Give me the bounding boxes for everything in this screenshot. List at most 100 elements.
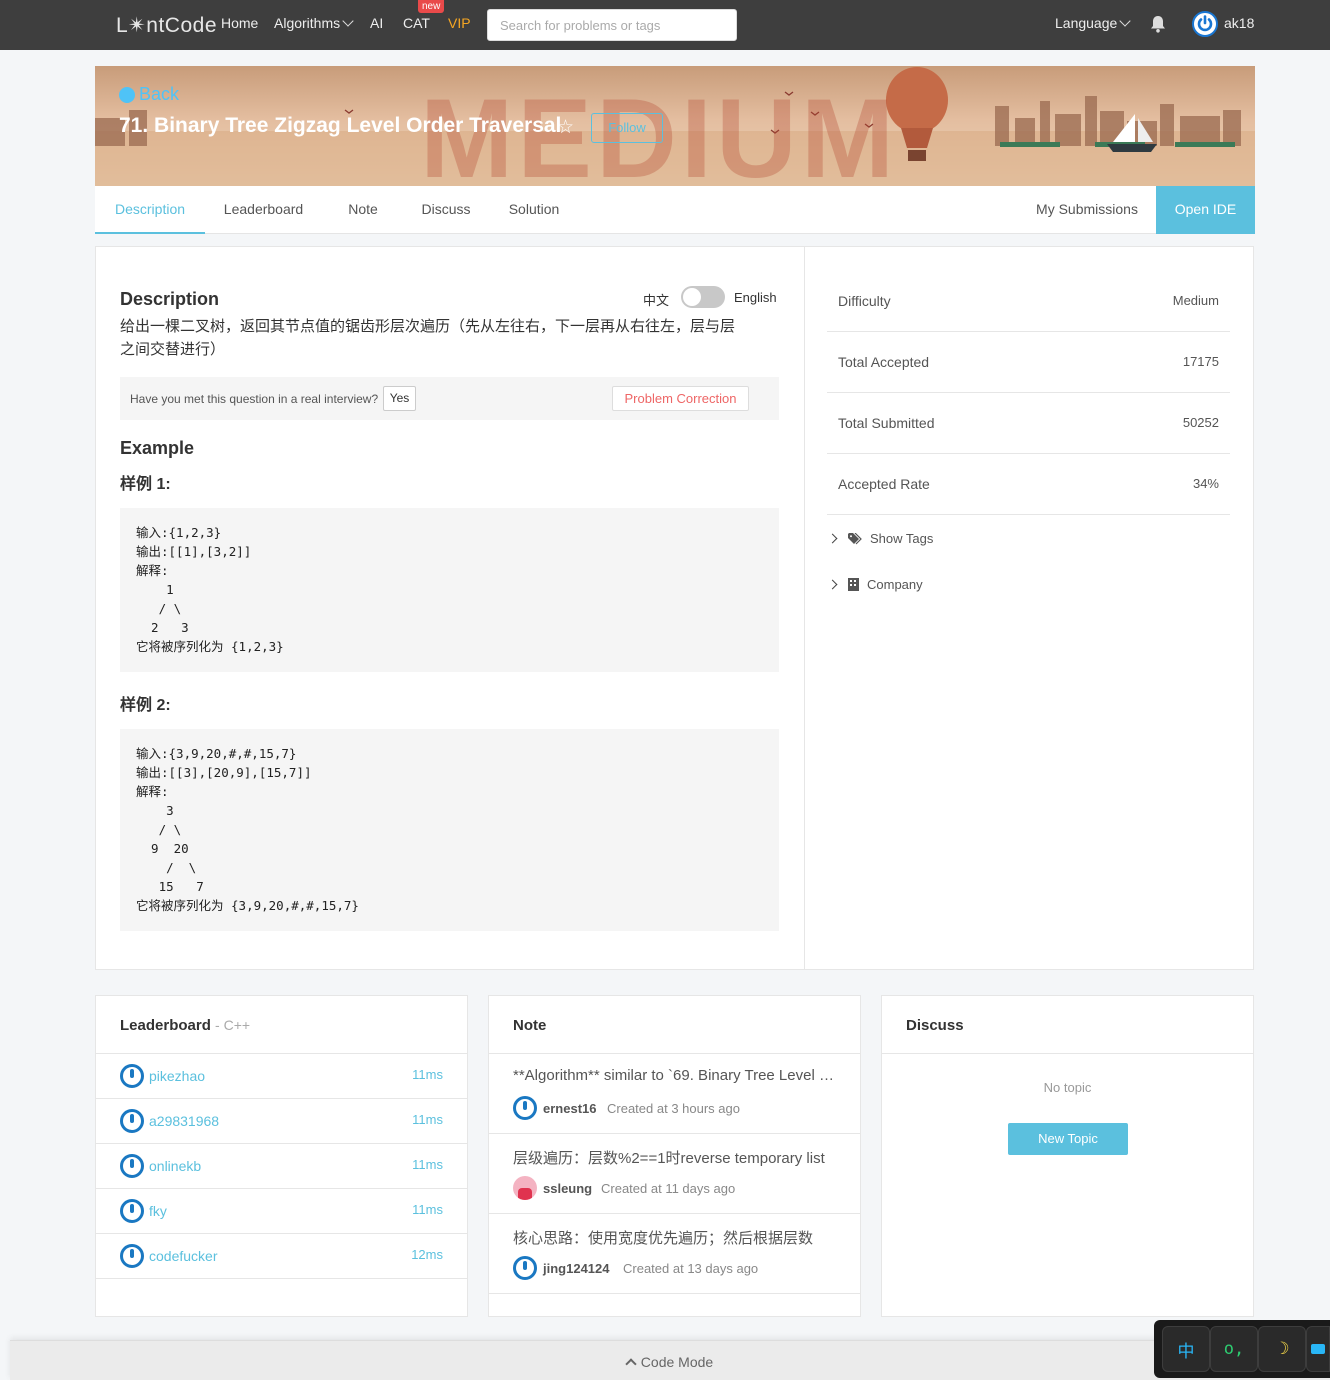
note-title[interactable]: **Algorithm** similar to `69. Binary Tre… — [513, 1067, 843, 1084]
leaderboard-user[interactable]: codefucker — [149, 1248, 217, 1264]
leaderboard-user[interactable]: fky — [149, 1203, 167, 1219]
code-mode-bar[interactable]: Code Mode — [10, 1340, 1330, 1380]
nav-algorithms[interactable]: Algorithms — [274, 15, 354, 31]
back-arrow-icon — [119, 86, 135, 103]
top-navbar: L✴ntCode Home Algorithms AI CAT new VIP … — [0, 0, 1330, 50]
stat-label: Total Accepted — [838, 354, 930, 370]
follow-button[interactable]: Follow — [591, 113, 663, 143]
leaderboard-row[interactable]: pikezhao 11ms — [96, 1054, 467, 1099]
description-text: 给出一棵二叉树，返回其节点值的锯齿形层次遍历（先从左往右，下一层再从右往左，层与… — [120, 318, 736, 358]
ime-punctuation-key[interactable]: o, — [1210, 1326, 1258, 1372]
leaderboard-time: 11ms — [412, 1202, 443, 1217]
shirt-icon — [1311, 1344, 1325, 1354]
stat-label: Difficulty — [838, 293, 891, 309]
note-author[interactable]: ernest16 — [543, 1101, 596, 1116]
description-panel: Description 中文 English 给出一棵二叉树，返回其节点值的锯齿… — [95, 246, 1254, 970]
problem-banner: MEDIUM Back 71. Binary Tree Zigzag Level… — [95, 66, 1255, 186]
new-topic-button[interactable]: New Topic — [1008, 1123, 1128, 1155]
power-icon — [120, 1244, 144, 1268]
example-2-label: 样例 2: — [120, 697, 171, 714]
chevron-down-icon — [1119, 15, 1131, 27]
stat-value: 50252 — [1182, 415, 1219, 430]
nav-home[interactable]: Home — [221, 15, 258, 31]
stat-accepted-rate: Accepted Rate 34% — [827, 454, 1230, 515]
language-toggle[interactable] — [681, 286, 725, 308]
tab-description[interactable]: Description — [95, 186, 205, 234]
power-icon — [120, 1154, 144, 1178]
leaderboard-time: 11ms — [412, 1067, 443, 1082]
leaderboard-time: 11ms — [412, 1112, 443, 1127]
problem-title: 71. Binary Tree Zigzag Level Order Trave… — [119, 114, 562, 137]
ime-skin-key[interactable] — [1306, 1326, 1330, 1372]
leaderboard-user[interactable]: pikezhao — [149, 1068, 205, 1084]
open-ide-button[interactable]: Open IDE — [1156, 186, 1255, 234]
ime-moon-key[interactable]: ☽ — [1258, 1326, 1306, 1372]
note-item[interactable]: **Algorithm** similar to `69. Binary Tre… — [489, 1054, 860, 1134]
panel-divider — [804, 247, 805, 969]
leaderboard-row[interactable]: fky 11ms — [96, 1189, 467, 1234]
tab-leaderboard[interactable]: Leaderboard — [215, 186, 312, 234]
chevron-down-icon — [342, 15, 354, 27]
leaderboard-row[interactable]: a29831968 11ms — [96, 1099, 467, 1144]
yes-button[interactable]: Yes — [383, 386, 416, 411]
note-author[interactable]: ssleung — [543, 1181, 592, 1196]
ime-toolbar: 中 o, ☽ — [1154, 1320, 1330, 1378]
note-title[interactable]: 层级遍历：层数%2==1时reverse temporary list — [513, 1147, 843, 1168]
power-icon — [120, 1109, 144, 1133]
back-link[interactable]: Back — [119, 84, 179, 105]
user-avatar[interactable] — [1192, 11, 1218, 37]
show-tags-toggle[interactable]: Show Tags — [827, 531, 934, 546]
nav-ai[interactable]: AI — [370, 15, 383, 31]
note-author[interactable]: jing124124 — [543, 1261, 610, 1276]
note-title[interactable]: 核心思路：使用宽度优先遍历；然后根据层数 — [513, 1227, 843, 1248]
example-heading: Example — [120, 438, 195, 458]
power-icon — [120, 1064, 144, 1088]
note-item[interactable]: 层级遍历：层数%2==1时reverse temporary list ssle… — [489, 1134, 860, 1214]
bell-icon[interactable] — [1150, 15, 1166, 33]
stat-total-submitted: Total Submitted 50252 — [827, 393, 1230, 454]
nav-cat[interactable]: CAT — [403, 15, 430, 31]
leaderboard-header: Leaderboard - C++ — [96, 996, 467, 1054]
note-item[interactable]: 核心思路：使用宽度优先遍历；然后根据层数 jing124124 Created … — [489, 1214, 860, 1294]
power-icon — [1197, 15, 1213, 32]
tab-discuss[interactable]: Discuss — [411, 186, 481, 234]
problem-tabs: Description Leaderboard Note Discuss Sol… — [95, 186, 1255, 234]
nav-vip[interactable]: VIP — [448, 15, 471, 31]
search-input[interactable] — [487, 9, 737, 41]
lang-english-label[interactable]: English — [734, 290, 777, 305]
toggle-knob — [683, 288, 701, 306]
stat-value: 17175 — [1182, 354, 1219, 369]
username[interactable]: ak18 — [1224, 15, 1254, 31]
company-label: Company — [867, 577, 923, 592]
chevron-up-icon — [625, 1358, 637, 1370]
my-submissions-link[interactable]: My Submissions — [1023, 186, 1151, 234]
back-label: Back — [139, 84, 180, 104]
note-panel: Note **Algorithm** similar to `69. Binar… — [488, 995, 861, 1317]
leaderboard-row[interactable]: codefucker 12ms — [96, 1234, 467, 1279]
note-time: Created at 3 hours ago — [607, 1101, 740, 1116]
lintcode-logo[interactable]: L✴ntCode — [116, 13, 217, 38]
company-toggle[interactable]: Company — [827, 577, 923, 592]
ime-chinese-key[interactable]: 中 — [1162, 1326, 1210, 1372]
leaderboard-user[interactable]: onlinekb — [149, 1158, 201, 1174]
leaderboard-user[interactable]: a29831968 — [149, 1113, 219, 1129]
note-time: Created at 13 days ago — [623, 1261, 759, 1276]
power-icon — [120, 1199, 144, 1223]
lang-chinese-label[interactable]: 中文 — [643, 290, 669, 309]
leaderboard-row[interactable]: onlinekb 11ms — [96, 1144, 467, 1189]
language-label: Language — [1055, 15, 1118, 31]
stat-value: 34% — [1192, 476, 1219, 491]
tab-note[interactable]: Note — [333, 186, 393, 234]
star-icon[interactable]: ☆ — [557, 116, 574, 139]
tag-icon — [848, 532, 862, 544]
tab-solution[interactable]: Solution — [497, 186, 571, 234]
language-menu[interactable]: Language — [1055, 15, 1131, 31]
code-mode-label: Code Mode — [640, 1354, 714, 1370]
interview-question: Have you met this question in a real int… — [130, 392, 379, 406]
code-mode-toggle[interactable]: Code Mode — [10, 1354, 1330, 1370]
discuss-header: Discuss — [882, 996, 1253, 1054]
show-tags-label: Show Tags — [870, 531, 934, 546]
building-icon — [848, 578, 859, 591]
nav-algorithms-label: Algorithms — [274, 15, 341, 31]
problem-correction-button[interactable]: Problem Correction — [612, 386, 749, 411]
